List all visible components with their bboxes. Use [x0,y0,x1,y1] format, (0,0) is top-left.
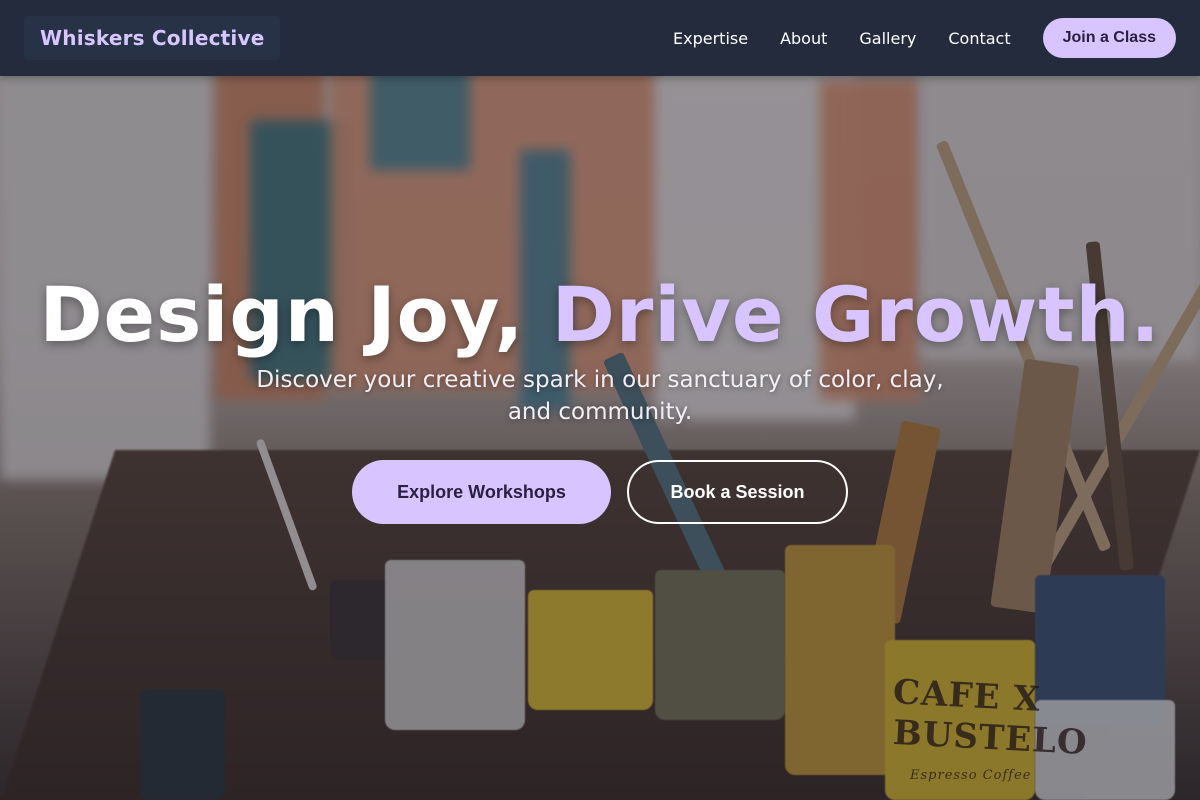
hero-cta-group: Explore Workshops Book a Session [0,460,1200,524]
site-header: Whiskers Collective Expertise About Gall… [0,0,1200,76]
headline-accent: Drive Growth. [551,270,1161,359]
nav-link-expertise[interactable]: Expertise [673,29,748,48]
nav-link-gallery[interactable]: Gallery [859,29,916,48]
main-nav: Expertise About Gallery Contact Join a C… [673,18,1176,58]
nav-link-contact[interactable]: Contact [948,29,1010,48]
book-session-button[interactable]: Book a Session [627,460,848,524]
explore-workshops-button[interactable]: Explore Workshops [352,460,611,524]
hero-headline: Design Joy, Drive Growth. [0,270,1200,359]
nav-link-about[interactable]: About [780,29,827,48]
join-class-button[interactable]: Join a Class [1042,18,1176,58]
brand-logo[interactable]: Whiskers Collective [24,16,281,60]
hero-subheading: Discover your creative spark in our sanc… [256,367,944,425]
headline-main: Design Joy, [39,270,552,359]
